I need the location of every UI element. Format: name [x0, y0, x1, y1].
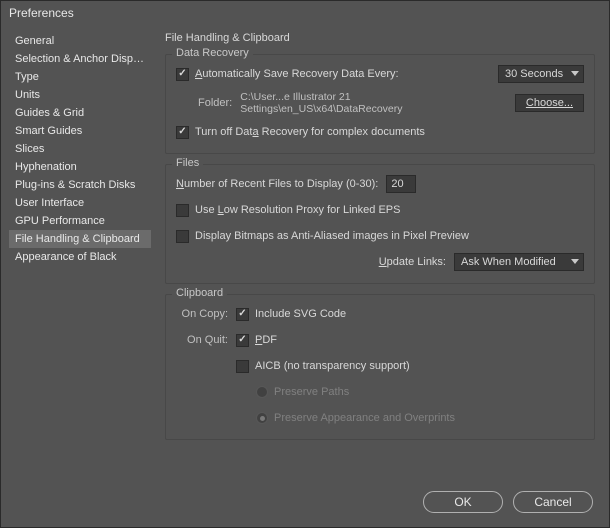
group-data-recovery: Data Recovery Automatically Save Recover…: [165, 54, 595, 154]
checkbox-turnoff-complex[interactable]: [176, 126, 189, 139]
label-display-bitmaps: Display Bitmaps as Anti-Aliased images i…: [195, 230, 469, 242]
checkbox-include-svg[interactable]: [236, 308, 249, 321]
radio-preserve-appearance: [256, 412, 268, 424]
main-panel: File Handling & Clipboard Data Recovery …: [151, 30, 601, 483]
label-preserve-paths: Preserve Paths: [274, 386, 349, 398]
radio-preserve-paths: [256, 386, 268, 398]
group-label-clipboard: Clipboard: [172, 287, 227, 299]
label-on-quit: On Quit:: [176, 334, 228, 346]
sidebar-item-units[interactable]: Units: [9, 86, 151, 104]
group-clipboard: Clipboard On Copy: Include SVG Code On Q…: [165, 294, 595, 440]
sidebar-item-gpu[interactable]: GPU Performance: [9, 212, 151, 230]
label-include-svg: Include SVG Code: [255, 308, 346, 320]
folder-path: C:\User...e Illustrator 21 Settings\en_U…: [240, 91, 515, 115]
label-recent-files: Number of Recent Files to Display (0-30)…: [176, 178, 378, 190]
label-auto-save: Automatically Save Recovery Data Every:: [195, 68, 399, 80]
label-pdf: PDF: [255, 334, 277, 346]
sidebar-item-guides[interactable]: Guides & Grid: [9, 104, 151, 122]
panel-title: File Handling & Clipboard: [165, 32, 595, 44]
preferences-window: Preferences General Selection & Anchor D…: [0, 0, 610, 528]
select-update-links[interactable]: Ask When Modified: [454, 253, 584, 271]
group-label-data-recovery: Data Recovery: [172, 47, 253, 59]
chevron-down-icon: [571, 71, 579, 77]
ok-button[interactable]: OK: [423, 491, 503, 513]
label-on-copy: On Copy:: [176, 308, 228, 320]
sidebar-item-selection[interactable]: Selection & Anchor Display: [9, 50, 151, 68]
label-preserve-appearance: Preserve Appearance and Overprints: [274, 412, 455, 424]
sidebar-item-smart-guides[interactable]: Smart Guides: [9, 122, 151, 140]
cancel-button[interactable]: Cancel: [513, 491, 593, 513]
footer: OK Cancel: [1, 483, 609, 527]
label-update-links: Update Links:: [379, 256, 446, 268]
sidebar: General Selection & Anchor Display Type …: [9, 30, 151, 483]
checkbox-pdf[interactable]: [236, 334, 249, 347]
group-files: Files Number of Recent Files to Display …: [165, 164, 595, 284]
sidebar-item-type[interactable]: Type: [9, 68, 151, 86]
group-label-files: Files: [172, 157, 203, 169]
checkbox-low-res-proxy[interactable]: [176, 204, 189, 217]
label-folder: Folder:: [198, 97, 232, 109]
sidebar-item-slices[interactable]: Slices: [9, 140, 151, 158]
sidebar-item-file-handling[interactable]: File Handling & Clipboard: [9, 230, 151, 248]
window-title: Preferences: [1, 1, 609, 30]
sidebar-item-plugins[interactable]: Plug-ins & Scratch Disks: [9, 176, 151, 194]
input-recent-files[interactable]: 20: [386, 175, 416, 193]
checkbox-display-bitmaps[interactable]: [176, 230, 189, 243]
select-recovery-interval[interactable]: 30 Seconds: [498, 65, 584, 83]
label-aicb: AICB (no transparency support): [255, 360, 410, 372]
checkbox-aicb[interactable]: [236, 360, 249, 373]
sidebar-item-hyphenation[interactable]: Hyphenation: [9, 158, 151, 176]
window-body: General Selection & Anchor Display Type …: [1, 30, 609, 483]
label-turnoff-complex: Turn off Data Recovery for complex docum…: [195, 126, 425, 138]
sidebar-item-appearance-black[interactable]: Appearance of Black: [9, 248, 151, 266]
sidebar-item-ui[interactable]: User Interface: [9, 194, 151, 212]
chevron-down-icon: [571, 259, 579, 265]
sidebar-item-general[interactable]: General: [9, 32, 151, 50]
label-low-res-proxy: Use Low Resolution Proxy for Linked EPS: [195, 204, 400, 216]
checkbox-auto-save[interactable]: [176, 68, 189, 81]
choose-button[interactable]: Choose...: [515, 94, 584, 112]
